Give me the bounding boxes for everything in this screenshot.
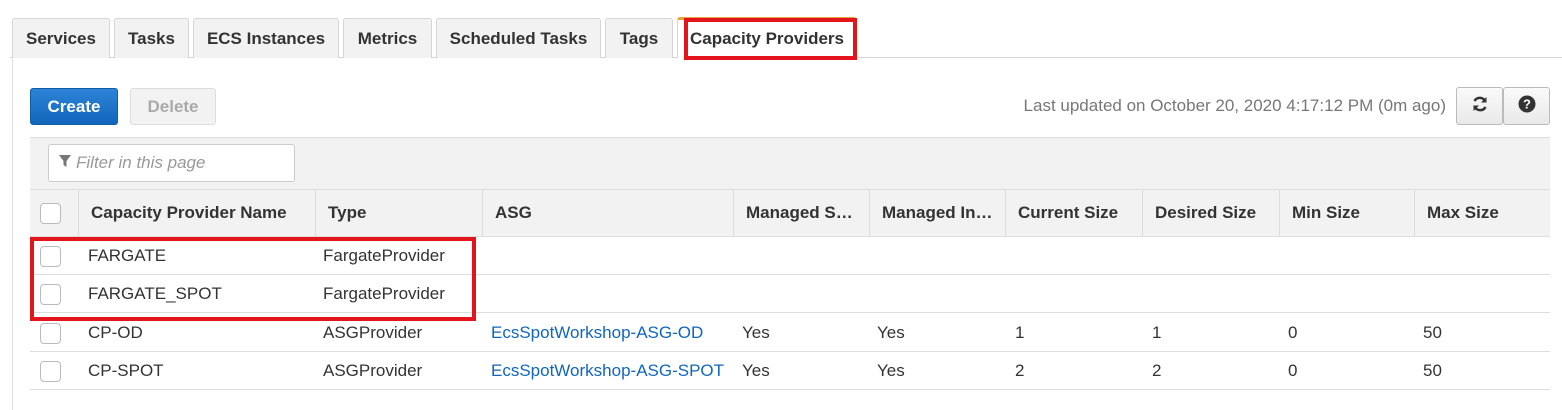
select-all-checkbox[interactable] [40,203,61,224]
cell-managed-scaling: Yes [742,361,770,380]
cell-desired-size: 2 [1152,361,1162,380]
column-header-current-size[interactable]: Current Size [1005,190,1142,236]
column-header-desired-size[interactable]: Desired Size [1142,190,1279,236]
tab-scheduled-tasks[interactable]: Scheduled Tasks [436,18,601,58]
fargate-rows-highlight-box [30,237,476,321]
row-checkbox[interactable] [40,361,61,382]
cell-asg-link[interactable]: EcsSpotWorkshop-ASG-SPOT [491,352,724,390]
cell-managed-scaling: Yes [742,323,770,342]
table-header: Capacity Provider Name Type ASG Managed … [30,189,1550,237]
cell-min-size: 0 [1288,361,1298,380]
tab-ecs-instances[interactable]: ECS Instances [193,18,339,58]
filter-input[interactable]: Filter in this page [48,144,295,182]
last-updated-text: Last updated on October 20, 2020 4:17:12… [1023,96,1446,115]
cell-asg-link[interactable]: EcsSpotWorkshop-ASG-OD [491,314,703,352]
filter-icon [59,153,76,173]
tab-tags[interactable]: Tags [605,18,673,58]
column-header-name[interactable]: Capacity Provider Name [78,190,315,236]
select-all-cell [30,190,78,236]
cell-managed-termination: Yes [877,361,905,380]
row-checkbox[interactable] [40,323,61,344]
cell-name: CP-SPOT [88,361,164,380]
cell-min-size: 0 [1288,323,1298,342]
cell-max-size: 50 [1423,323,1442,342]
column-header-managed-termination[interactable]: Managed In… [869,190,1005,236]
cell-managed-termination: Yes [877,323,905,342]
cell-type: ASGProvider [323,361,423,380]
svg-text:?: ? [1523,96,1531,111]
column-header-min-size[interactable]: Min Size [1279,190,1414,236]
column-header-max-size[interactable]: Max Size [1414,190,1550,236]
refresh-button[interactable] [1456,87,1503,125]
help-button[interactable]: ? [1503,87,1550,125]
table-row[interactable]: CP-SPOT ASGProvider EcsSpotWorkshop-ASG-… [30,352,1550,390]
column-header-asg[interactable]: ASG [482,190,733,236]
column-header-type[interactable]: Type [315,190,482,236]
tab-metrics[interactable]: Metrics [343,18,432,58]
delete-button[interactable]: Delete [130,88,216,125]
cell-current-size: 2 [1015,361,1025,380]
filter-placeholder: Filter in this page [76,153,206,172]
cell-desired-size: 1 [1152,323,1162,342]
tab-tasks[interactable]: Tasks [114,18,189,58]
cell-max-size: 50 [1423,361,1442,380]
tab-services[interactable]: Services [12,18,110,58]
refresh-icon [1471,95,1489,118]
help-icon: ? [1518,95,1536,118]
tab-highlight-box [684,18,857,60]
create-button[interactable]: Create [30,88,118,125]
column-header-managed-scaling[interactable]: Managed S… [733,190,869,236]
cell-current-size: 1 [1015,323,1025,342]
